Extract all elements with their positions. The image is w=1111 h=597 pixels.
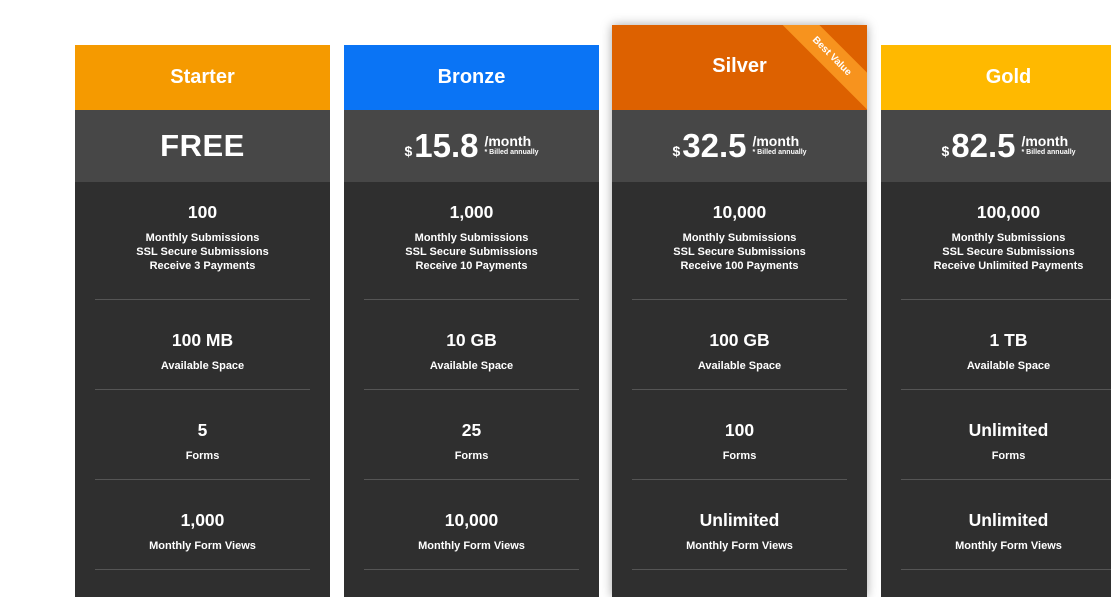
feature-space: 100 GB Available Space [632, 300, 847, 390]
feature-label: Monthly Submissions [414, 232, 529, 244]
billed-note: * Billed annually [752, 149, 807, 156]
feature-submissions: 10,000 Monthly Submissions SSL Secure Su… [632, 182, 847, 300]
price-period: /month [1021, 133, 1069, 149]
feature-views: Unlimited Monthly Form Views [901, 480, 1111, 570]
feature-value: 100 GB [709, 330, 770, 350]
price: $ 82.5 /month * Billed annually [941, 127, 1075, 165]
feature-label: Monthly Form Views [418, 540, 525, 552]
price: $ 15.8 /month * Billed annually [404, 127, 538, 165]
feature-value: 10,000 [444, 510, 499, 530]
plan-header: Silver Best Value [612, 25, 867, 110]
feature-label: Forms [454, 450, 489, 462]
feature-value: 100 [724, 420, 755, 440]
feature-value: Unlimited [968, 420, 1049, 440]
feature-forms: 5 Forms [95, 390, 310, 480]
ribbon-label: Best Value [810, 34, 854, 78]
feature-space: 1 TB Available Space [901, 300, 1111, 390]
currency-symbol: $ [672, 143, 681, 159]
feature-label: Monthly Form Views [686, 540, 793, 552]
price: $ 32.5 /month * Billed annually [672, 127, 806, 165]
plan-card-silver: Silver Best Value $ 32.5 /month * Billed… [612, 25, 867, 597]
feature-value: 1 TB [989, 330, 1028, 350]
feature-value: 100 MB [171, 330, 234, 350]
feature-value: Unlimited [968, 510, 1049, 530]
feature-space: 100 MB Available Space [95, 300, 310, 390]
feature-label: Monthly Submissions [951, 232, 1066, 244]
feature-label: Monthly Submissions [145, 232, 260, 244]
feature-forms: 25 Forms [364, 390, 579, 480]
feature-value: 5 [197, 420, 208, 440]
feature-views: 10,000 Monthly Form Views [364, 480, 579, 570]
feature-label: Monthly Form Views [149, 540, 256, 552]
feature-views: 1,000 Monthly Form Views [95, 480, 310, 570]
price-bar: $ 15.8 /month * Billed annually [344, 110, 599, 182]
currency-symbol: $ [404, 143, 413, 159]
feature-value: Unlimited [699, 510, 780, 530]
feature-label: SSL Secure Submissions [942, 246, 1075, 258]
price-bar: FREE [75, 110, 330, 182]
plan-header: Gold [881, 45, 1111, 110]
feature-space: 10 GB Available Space [364, 300, 579, 390]
feature-views: Unlimited Monthly Form Views [632, 480, 847, 570]
feature-value: 10 GB [446, 330, 497, 350]
feature-forms: Unlimited Forms [901, 390, 1111, 480]
plan-name: Gold [985, 66, 1032, 88]
feature-label: Available Space [697, 360, 782, 372]
feature-forms: 100 Forms [632, 390, 847, 480]
feature-label: Forms [185, 450, 220, 462]
feature-label: Monthly Submissions [682, 232, 797, 244]
plan-card-bronze: Bronze $ 15.8 /month * Billed annually 1… [344, 45, 599, 597]
feature-value: 100,000 [976, 202, 1041, 222]
best-value-ribbon: Best Value [776, 25, 867, 110]
price-amount: 82.5 [951, 127, 1016, 164]
plan-name: Starter [170, 66, 235, 88]
plan-card-starter: Starter FREE 100 Monthly Submissions SSL… [75, 45, 330, 597]
feature-submissions: 100,000 Monthly Submissions SSL Secure S… [901, 182, 1111, 300]
feature-value: 100 [187, 202, 218, 222]
price-bar: $ 82.5 /month * Billed annually [881, 110, 1111, 182]
feature-submissions: 1,000 Monthly Submissions SSL Secure Sub… [364, 182, 579, 300]
price-free: FREE [160, 128, 245, 163]
feature-label: Forms [722, 450, 757, 462]
feature-label: Receive 100 Payments [680, 260, 799, 272]
price-amount: 32.5 [682, 127, 747, 164]
feature-label: Available Space [429, 360, 514, 372]
plan-header: Bronze [344, 45, 599, 110]
feature-label: Monthly Form Views [955, 540, 1062, 552]
plan-header: Starter [75, 45, 330, 110]
feature-label: Available Space [966, 360, 1051, 372]
price-period: /month [484, 133, 532, 149]
billed-note: * Billed annually [484, 149, 539, 156]
feature-value: 25 [461, 420, 482, 440]
plan-card-gold: Gold $ 82.5 /month * Billed annually 100… [881, 45, 1111, 597]
billed-note: * Billed annually [1021, 149, 1076, 156]
feature-value: 1,000 [449, 202, 494, 222]
plan-name: Silver [712, 55, 767, 77]
feature-label: SSL Secure Submissions [136, 246, 269, 258]
feature-submissions: 100 Monthly Submissions SSL Secure Submi… [95, 182, 310, 300]
price-period: /month [752, 133, 800, 149]
feature-label: Receive Unlimited Payments [933, 260, 1084, 272]
price-amount: 15.8 [414, 127, 479, 164]
price-bar: $ 32.5 /month * Billed annually [612, 110, 867, 182]
plan-name: Bronze [437, 66, 506, 88]
feature-value: 1,000 [180, 510, 225, 530]
feature-label: SSL Secure Submissions [673, 246, 806, 258]
feature-label: SSL Secure Submissions [405, 246, 538, 258]
currency-symbol: $ [941, 143, 950, 159]
feature-label: Receive 10 Payments [415, 260, 528, 272]
feature-label: Available Space [160, 360, 245, 372]
feature-label: Receive 3 Payments [149, 260, 256, 272]
feature-label: Forms [991, 450, 1026, 462]
feature-value: 10,000 [712, 202, 767, 222]
